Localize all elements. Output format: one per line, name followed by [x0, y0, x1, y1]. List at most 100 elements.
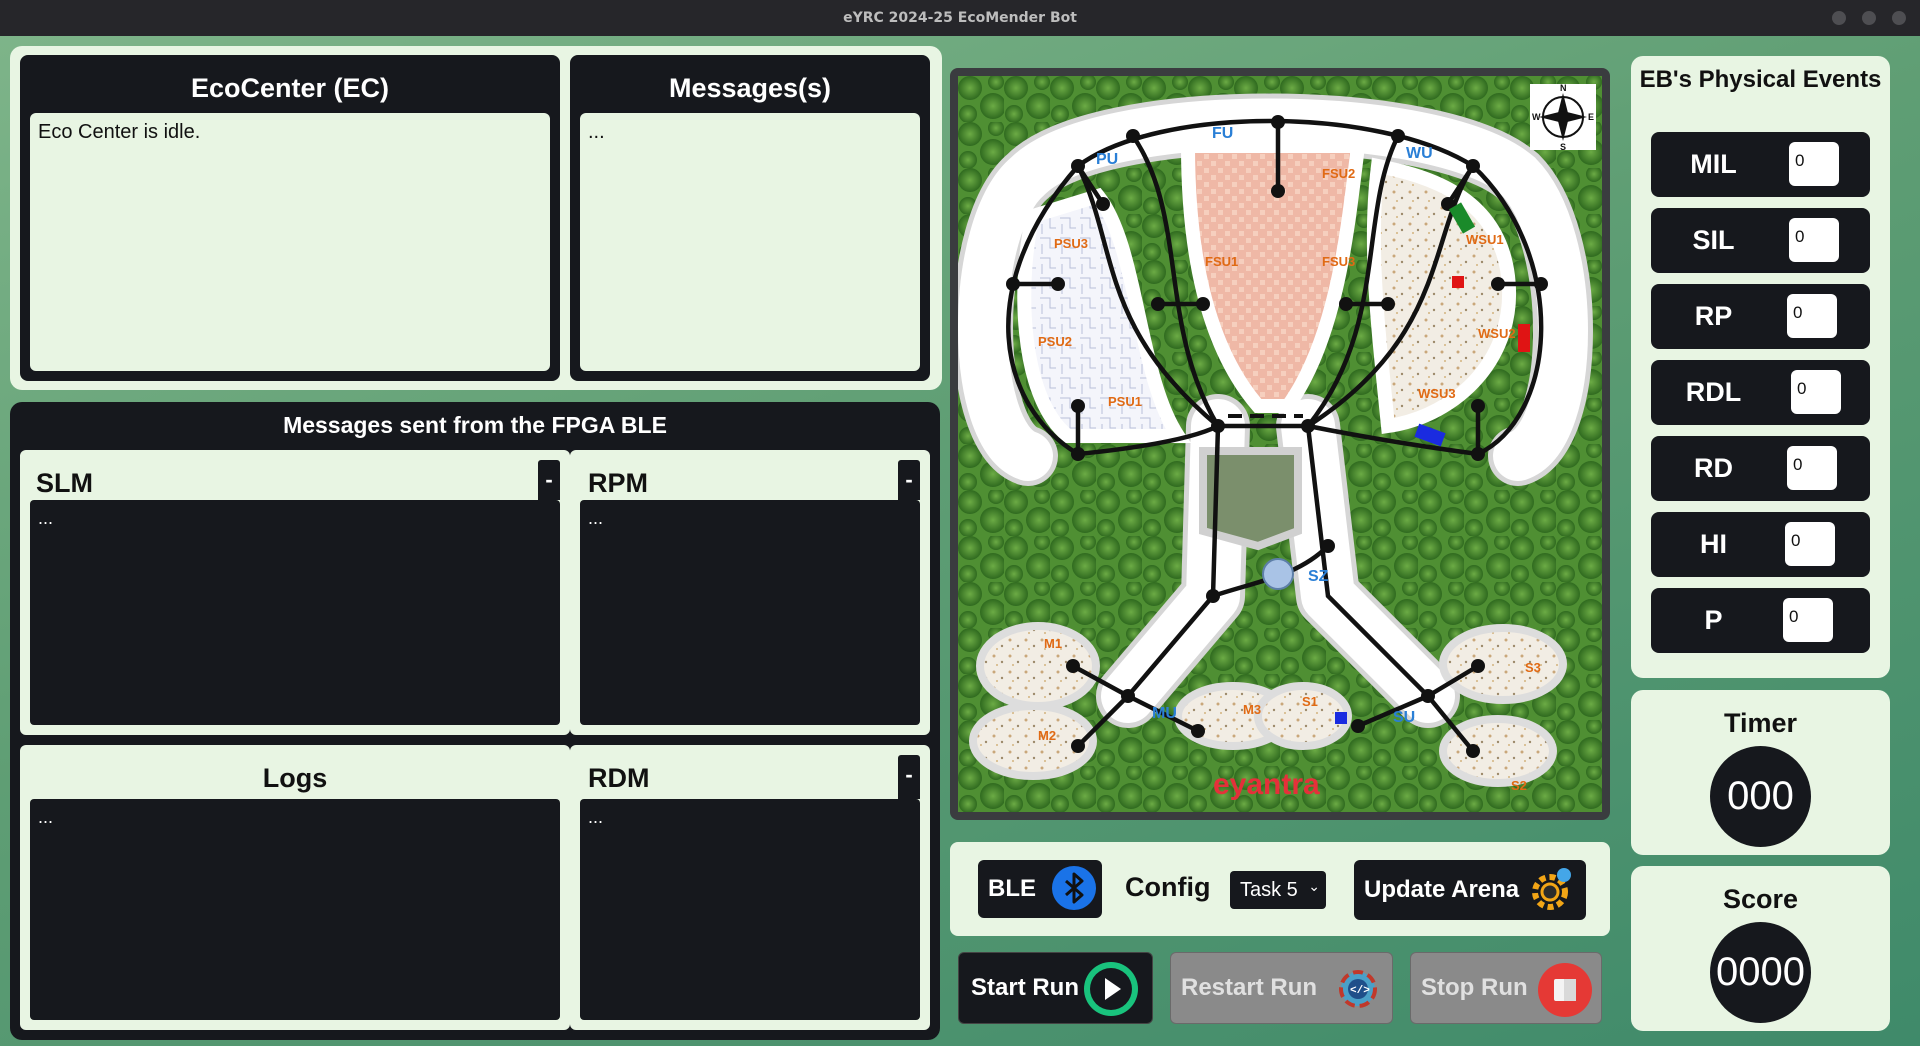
- svg-text:FSU2: FSU2: [1322, 166, 1355, 181]
- play-icon: [1083, 961, 1139, 1024]
- score-panel: Score 0000: [1631, 866, 1890, 1031]
- rpm-panel: RPM - ...: [570, 450, 930, 735]
- compass-icon: N S E W: [1530, 83, 1596, 152]
- event-row-rdl: RDL 0: [1651, 360, 1870, 425]
- arena-map: PU FU WU PSU3 PSU2 PSU1 FSU1 FSU2 FSU3 W…: [950, 68, 1610, 820]
- event-row-sil: SIL 0: [1651, 208, 1870, 273]
- event-value-field[interactable]: 0: [1787, 446, 1837, 490]
- config-bar: BLE Config Task 5 ⌄ Update Arena: [950, 842, 1610, 936]
- slm-title: SLM: [36, 468, 93, 498]
- event-value-field[interactable]: 0: [1785, 522, 1835, 566]
- window-title: eYRC 2024-25 EcoMender Bot: [843, 10, 1077, 26]
- slm-panel: SLM - ...: [20, 450, 570, 735]
- event-row-rd: RD 0: [1651, 436, 1870, 501]
- event-label: P: [1704, 605, 1723, 635]
- event-row-p: P 0: [1651, 588, 1870, 653]
- svg-text:E: E: [1588, 112, 1594, 122]
- eyantra-logo: eyantra: [1213, 768, 1320, 801]
- svg-text:M2: M2: [1038, 728, 1056, 743]
- svg-text:FSU1: FSU1: [1205, 254, 1238, 269]
- logs-panel: Logs ...: [20, 745, 570, 1030]
- svg-text:W: W: [1532, 112, 1541, 122]
- restart-run-button[interactable]: Restart Run </>: [1170, 952, 1393, 1024]
- chevron-down-icon: ⌄: [1308, 878, 1320, 894]
- svg-text:MU: MU: [1152, 705, 1177, 722]
- config-label: Config: [1125, 872, 1211, 902]
- event-label: SIL: [1692, 225, 1735, 255]
- ble-label: BLE: [988, 875, 1036, 902]
- eco-center-title: EcoCenter (EC): [190, 73, 390, 103]
- event-label: MIL: [1690, 149, 1737, 179]
- rpm-collapse-button[interactable]: -: [898, 460, 920, 500]
- svg-text:WU: WU: [1406, 145, 1433, 162]
- event-label: RD: [1694, 453, 1733, 483]
- restart-run-label: Restart Run: [1181, 974, 1318, 1001]
- event-value-field[interactable]: 0: [1789, 218, 1839, 262]
- messages-text: ...: [580, 113, 920, 371]
- window-titlebar: eYRC 2024-25 EcoMender Bot: [0, 0, 1920, 36]
- svg-text:PU: PU: [1096, 151, 1118, 168]
- svg-text:</>: </>: [1350, 985, 1370, 997]
- ble-button[interactable]: BLE: [978, 860, 1102, 918]
- stop-run-label: Stop Run: [1421, 974, 1528, 1001]
- event-value-field[interactable]: 0: [1791, 370, 1841, 414]
- rpm-title: RPM: [588, 468, 648, 498]
- restart-icon: </>: [1331, 963, 1385, 1022]
- event-label: RDL: [1685, 377, 1742, 407]
- event-label: HI: [1700, 529, 1727, 559]
- minimize-button[interactable]: [1832, 11, 1846, 25]
- start-run-button[interactable]: Start Run: [958, 952, 1153, 1024]
- rdm-text: ...: [580, 799, 920, 1020]
- svg-text:S1: S1: [1302, 694, 1318, 709]
- update-arena-label: Update Arena: [1364, 876, 1520, 903]
- gear-icon: [1526, 866, 1574, 921]
- slm-text: ...: [30, 500, 560, 725]
- svg-text:PSU3: PSU3: [1054, 236, 1088, 251]
- timer-value: 000: [1710, 746, 1811, 847]
- svg-text:N: N: [1560, 83, 1567, 93]
- svg-text:WSU1: WSU1: [1466, 232, 1504, 247]
- event-value-field[interactable]: 0: [1783, 598, 1833, 642]
- messages-title: Messages(s): [668, 73, 832, 103]
- event-value-field[interactable]: 0: [1787, 294, 1837, 338]
- fpga-ble-title: Messages sent from the FPGA BLE: [283, 412, 667, 438]
- svg-text:M3: M3: [1243, 702, 1261, 717]
- svg-text:M1: M1: [1044, 636, 1062, 651]
- event-value-field[interactable]: 0: [1789, 142, 1839, 186]
- physical-events-title: EB's Physical Events: [1639, 66, 1882, 93]
- svg-text:SU: SU: [1393, 709, 1415, 726]
- svg-text:S: S: [1560, 142, 1566, 152]
- logs-title: Logs: [262, 763, 328, 793]
- svg-text:PSU2: PSU2: [1038, 334, 1072, 349]
- start-run-label: Start Run: [971, 974, 1079, 1001]
- config-select-value: Task 5: [1240, 879, 1298, 901]
- slm-collapse-button[interactable]: -: [538, 460, 560, 500]
- svg-text:WSU2: WSU2: [1478, 326, 1516, 341]
- stop-run-button[interactable]: Stop Run: [1410, 952, 1602, 1024]
- eco-center-panel: EcoCenter (EC) Eco Center is idle.: [20, 55, 560, 381]
- bluetooth-icon: [1052, 866, 1096, 910]
- svg-text:WSU3: WSU3: [1418, 386, 1456, 401]
- update-arena-button[interactable]: Update Arena: [1354, 860, 1586, 920]
- svg-text:SZ: SZ: [1308, 568, 1329, 585]
- event-row-rp: RP 0: [1651, 284, 1870, 349]
- event-label: RP: [1694, 301, 1733, 331]
- timer-panel: Timer 000: [1631, 690, 1890, 855]
- logs-text: ...: [30, 799, 560, 1020]
- timer-title: Timer: [1723, 708, 1798, 738]
- svg-text:PSU1: PSU1: [1108, 394, 1142, 409]
- arena-svg: PU FU WU PSU3 PSU2 PSU1 FSU1 FSU2 FSU3 W…: [953, 76, 1602, 812]
- rdm-panel: RDM - ...: [570, 745, 930, 1030]
- fpga-ble-panel: Messages sent from the FPGA BLE SLM - ..…: [10, 402, 940, 1040]
- svg-text:FU: FU: [1212, 125, 1233, 142]
- rdm-title: RDM: [588, 763, 650, 793]
- close-button[interactable]: [1892, 11, 1906, 25]
- config-select[interactable]: Task 5 ⌄: [1230, 871, 1326, 909]
- messages-panel: Messages(s) ...: [570, 55, 930, 381]
- maximize-button[interactable]: [1862, 11, 1876, 25]
- stop-icon: [1537, 962, 1593, 1025]
- rdm-collapse-button[interactable]: -: [898, 755, 920, 799]
- physical-events-panel: EB's Physical Events MIL 0 SIL 0 RP 0 RD…: [1631, 56, 1890, 678]
- rpm-text: ...: [580, 500, 920, 725]
- event-row-mil: MIL 0: [1651, 132, 1870, 197]
